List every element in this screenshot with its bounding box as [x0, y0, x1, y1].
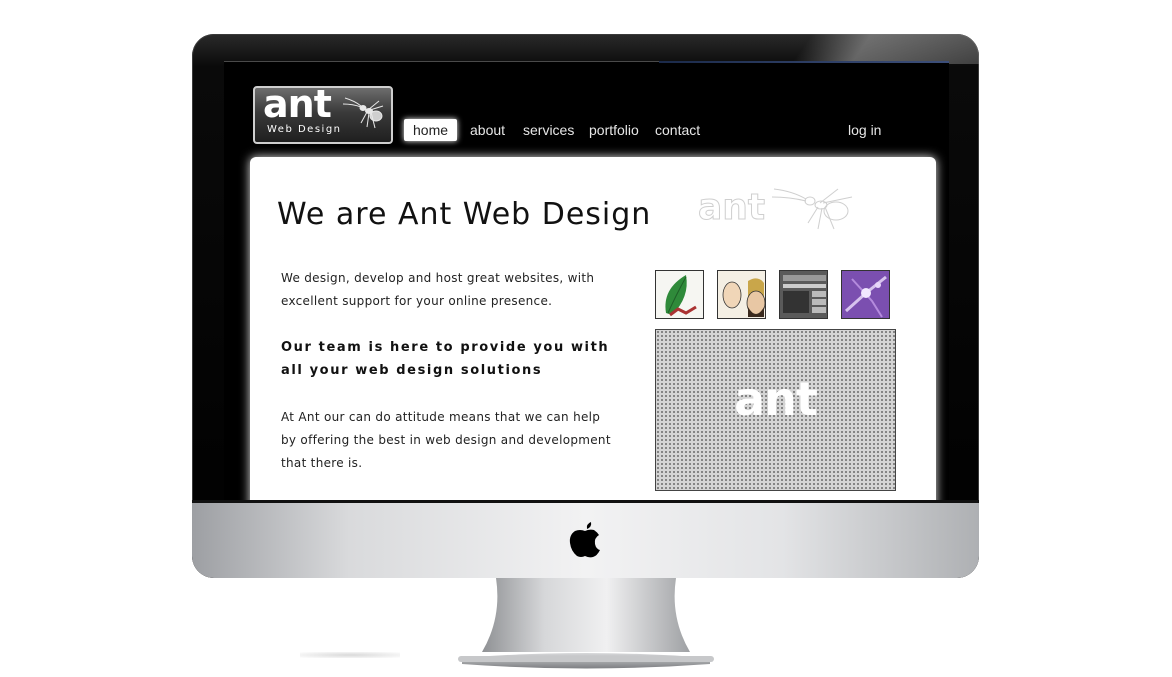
content-panel: We are Ant Web Design ant We design, dev… — [250, 157, 936, 501]
intro-paragraph: We design, develop and host great websit… — [281, 271, 595, 308]
nav-home[interactable]: home — [404, 119, 458, 141]
imac-monitor: ant Web Design home about services portf… — [192, 34, 979, 578]
ghost-logo-word: ant — [697, 187, 766, 229]
person-thumbnail[interactable] — [717, 270, 766, 319]
floor-shadow — [300, 652, 400, 658]
ghost-logo: ant — [697, 187, 858, 237]
logo-word: ant — [263, 82, 332, 126]
website-thumbnail[interactable] — [779, 270, 828, 319]
purple-flower-thumbnail[interactable] — [841, 270, 890, 319]
leaf-image — [665, 275, 697, 317]
ant-icon — [342, 97, 384, 129]
website-image — [783, 275, 826, 313]
page-title: We are Ant Web Design — [277, 197, 652, 232]
nav-about[interactable]: about — [470, 119, 505, 141]
site-logo[interactable]: ant Web Design — [253, 82, 393, 144]
nav-contact[interactable]: contact — [655, 119, 700, 141]
attitude-paragraph: At Ant our can do attitude means that we… — [281, 410, 611, 470]
ghost-ant-icon — [772, 188, 853, 230]
apple-logo-icon — [569, 522, 600, 558]
leaf-thumbnail[interactable] — [655, 270, 704, 319]
monitor-stand — [458, 578, 714, 669]
team-paragraph: Our team is here to provide you with all… — [281, 340, 610, 378]
feature-logo-word: ant — [734, 372, 818, 426]
screen-top-accent — [659, 61, 949, 63]
flower-image — [842, 271, 889, 318]
nav-services[interactable]: services — [523, 119, 574, 141]
monitor-screen: ant Web Design home about services portf… — [224, 61, 949, 501]
logo-subtitle: Web Design — [267, 124, 342, 135]
feature-image[interactable]: ant — [655, 329, 896, 491]
nav-portfolio[interactable]: portfolio — [589, 119, 639, 141]
nav-login[interactable]: log in — [848, 119, 881, 141]
person-image — [722, 278, 765, 317]
bezel-glare — [790, 34, 979, 64]
